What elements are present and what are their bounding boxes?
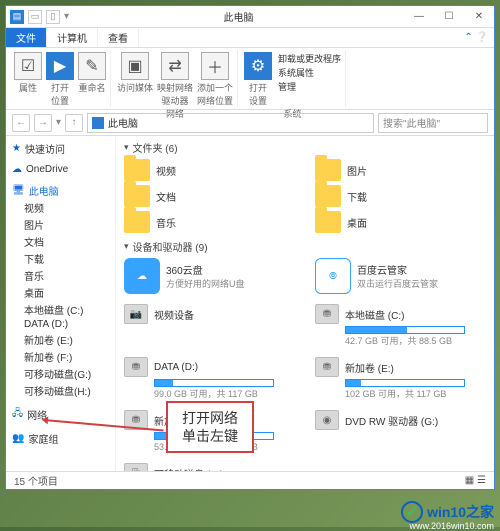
maximize-button[interactable]: ☐ <box>434 6 464 28</box>
media-icon[interactable]: ▣ <box>121 52 149 80</box>
sidebar-drive-g[interactable]: 可移动磁盘(G:) <box>8 365 113 382</box>
uninstall-link[interactable]: 卸载或更改程序 <box>278 52 341 65</box>
folder-music[interactable]: 音乐 <box>124 211 295 233</box>
drive-h[interactable]: ⎘可移动磁盘 (H:) 0.98 GB 可用，共 7.60 GB <box>124 463 295 471</box>
qat-props-icon[interactable]: ▭ <box>28 10 42 24</box>
quick-access-toolbar: ▤ ▭ ▯ ▾ <box>6 10 73 24</box>
drive-c[interactable]: ⛃本地磁盘 (C:) 42.7 GB 可用，共 88.5 GB <box>315 304 486 347</box>
folder-icon <box>124 159 150 181</box>
folder-icon <box>124 211 150 233</box>
annotation-box: 打开网络 单击左键 <box>166 401 254 453</box>
pc-icon <box>92 117 104 129</box>
dvd-icon: ◉ <box>315 410 339 430</box>
sidebar-videos[interactable]: 视频 <box>8 199 113 216</box>
qat-new-icon[interactable]: ▯ <box>46 10 60 24</box>
sidebar-homegroup[interactable]: 👥家庭组 <box>8 430 113 447</box>
tab-computer[interactable]: 计算机 <box>47 28 98 47</box>
app-icon[interactable]: ▤ <box>10 10 24 24</box>
window-title: 此电脑 <box>73 9 404 24</box>
sidebar-music[interactable]: 音乐 <box>8 267 113 284</box>
tab-file[interactable]: 文件 <box>6 28 47 47</box>
drive-360yun[interactable]: ☁360云盘方便好用的网络U盘 <box>124 258 295 294</box>
drives-header[interactable]: 设备和驱动器 (9) <box>124 239 486 254</box>
help-icon[interactable]: ⌃ ❔ <box>458 32 494 43</box>
tab-view[interactable]: 查看 <box>98 28 139 47</box>
up-button[interactable]: ↑ <box>65 114 83 132</box>
rename-icon[interactable]: ✎ <box>78 52 106 80</box>
folder-icon <box>124 185 150 207</box>
ribbon-tabs: 文件 计算机 查看 ⌃ ❔ <box>6 28 494 48</box>
sidebar-desktop[interactable]: 桌面 <box>8 284 113 301</box>
title-bar: ▤ ▭ ▯ ▾ 此电脑 — ☐ ✕ <box>6 6 494 28</box>
sidebar-downloads[interactable]: 下载 <box>8 250 113 267</box>
close-button[interactable]: ✕ <box>464 6 494 28</box>
ribbon: ☑属性 ▶打开 ✎重命名 位置 ▣访问媒体 ⇄映射网络 驱动器 ＋添加一个 网络… <box>6 48 494 110</box>
drive-d[interactable]: ⛃DATA (D:) 99.0 GB 可用，共 117 GB <box>124 357 295 400</box>
watermark: ✓ win10之家 www.2016win10.com <box>401 501 494 523</box>
map-drive-icon[interactable]: ⇄ <box>161 52 189 80</box>
folder-videos[interactable]: 视频 <box>124 159 295 181</box>
folders-header[interactable]: 文件夹 (6) <box>124 140 486 155</box>
props-icon[interactable]: ☑ <box>14 52 42 80</box>
usb-icon: ⎘ <box>124 463 148 471</box>
sidebar-drive-e[interactable]: 新加卷 (E:) <box>8 331 113 348</box>
drive-video-device[interactable]: 📷视频设备 <box>124 304 295 347</box>
folder-downloads[interactable]: 下载 <box>315 185 486 207</box>
disk-icon: ⛃ <box>124 357 148 377</box>
minimize-button[interactable]: — <box>404 6 434 28</box>
drive-baidu[interactable]: ⦾百度云管家双击运行百度云管家 <box>315 258 486 294</box>
drive-g[interactable]: ◉DVD RW 驱动器 (G:) <box>315 410 486 453</box>
sidebar-quick-access[interactable]: ★快速访问 <box>8 140 113 157</box>
recent-dropdown-icon[interactable]: ▾ <box>56 117 61 128</box>
ribbon-group-network: ▣访问媒体 ⇄映射网络 驱动器 ＋添加一个 网络位置 网络 <box>113 50 238 107</box>
watermark-icon: ✓ <box>401 501 423 523</box>
sysprops-link[interactable]: 系统属性 <box>278 66 341 79</box>
disk-icon: ⛃ <box>315 304 339 324</box>
group-label-location: 位置 <box>51 94 69 107</box>
sidebar-docs[interactable]: 文档 <box>8 233 113 250</box>
sidebar-drive-c[interactable]: 本地磁盘 (C:) <box>8 301 113 318</box>
back-button[interactable]: ← <box>12 114 30 132</box>
forward-button[interactable]: → <box>34 114 52 132</box>
folder-icon <box>315 159 341 181</box>
drive-e[interactable]: ⛃新加卷 (E:) 102 GB 可用，共 117 GB <box>315 357 486 400</box>
cloud-icon: ☁ <box>124 258 160 294</box>
sidebar-drive-f[interactable]: 新加卷 (F:) <box>8 348 113 365</box>
settings-icon[interactable]: ⚙ <box>244 52 272 80</box>
sidebar-drive-h[interactable]: 可移动磁盘(H:) <box>8 382 113 399</box>
status-bar: 15 个项目 ▦ ☰ <box>6 471 494 489</box>
disk-icon: ⛃ <box>315 357 339 377</box>
folder-icon <box>315 185 341 207</box>
sidebar-drive-d[interactable]: DATA (D:) <box>8 318 113 331</box>
address-field[interactable]: 此电脑 <box>87 113 374 133</box>
folder-docs[interactable]: 文档 <box>124 185 295 207</box>
ribbon-group-location: ☑属性 ▶打开 ✎重命名 位置 <box>10 50 111 107</box>
open-icon[interactable]: ▶ <box>46 52 74 80</box>
sidebar-pictures[interactable]: 图片 <box>8 216 113 233</box>
ribbon-group-system: ⚙打开 设置 卸载或更改程序 系统属性 管理 系统 <box>240 50 346 107</box>
sidebar-onedrive[interactable]: ☁OneDrive <box>8 163 113 176</box>
baidu-icon: ⦾ <box>315 258 351 294</box>
add-net-icon[interactable]: ＋ <box>201 52 229 80</box>
camera-icon: 📷 <box>124 304 148 324</box>
status-count: 15 个项目 <box>14 473 58 488</box>
folder-desktop[interactable]: 桌面 <box>315 211 486 233</box>
qat-more-icon[interactable]: ▾ <box>64 11 69 22</box>
folder-icon <box>315 211 341 233</box>
address-bar-row: ← → ▾ ↑ 此电脑 搜索"此电脑" <box>6 110 494 136</box>
view-switch[interactable]: ▦ ☰ <box>465 475 486 486</box>
search-field[interactable]: 搜索"此电脑" <box>378 113 488 133</box>
manage-link[interactable]: 管理 <box>278 80 341 93</box>
section-folders: 文件夹 (6) 视频 图片 文档 下载 音乐 桌面 <box>124 140 486 233</box>
explorer-window: ▤ ▭ ▯ ▾ 此电脑 — ☐ ✕ 文件 计算机 查看 ⌃ ❔ ☑属性 ▶打开 … <box>5 5 495 490</box>
folder-pictures[interactable]: 图片 <box>315 159 486 181</box>
sidebar-this-pc[interactable]: 🖥此电脑 <box>8 182 113 199</box>
